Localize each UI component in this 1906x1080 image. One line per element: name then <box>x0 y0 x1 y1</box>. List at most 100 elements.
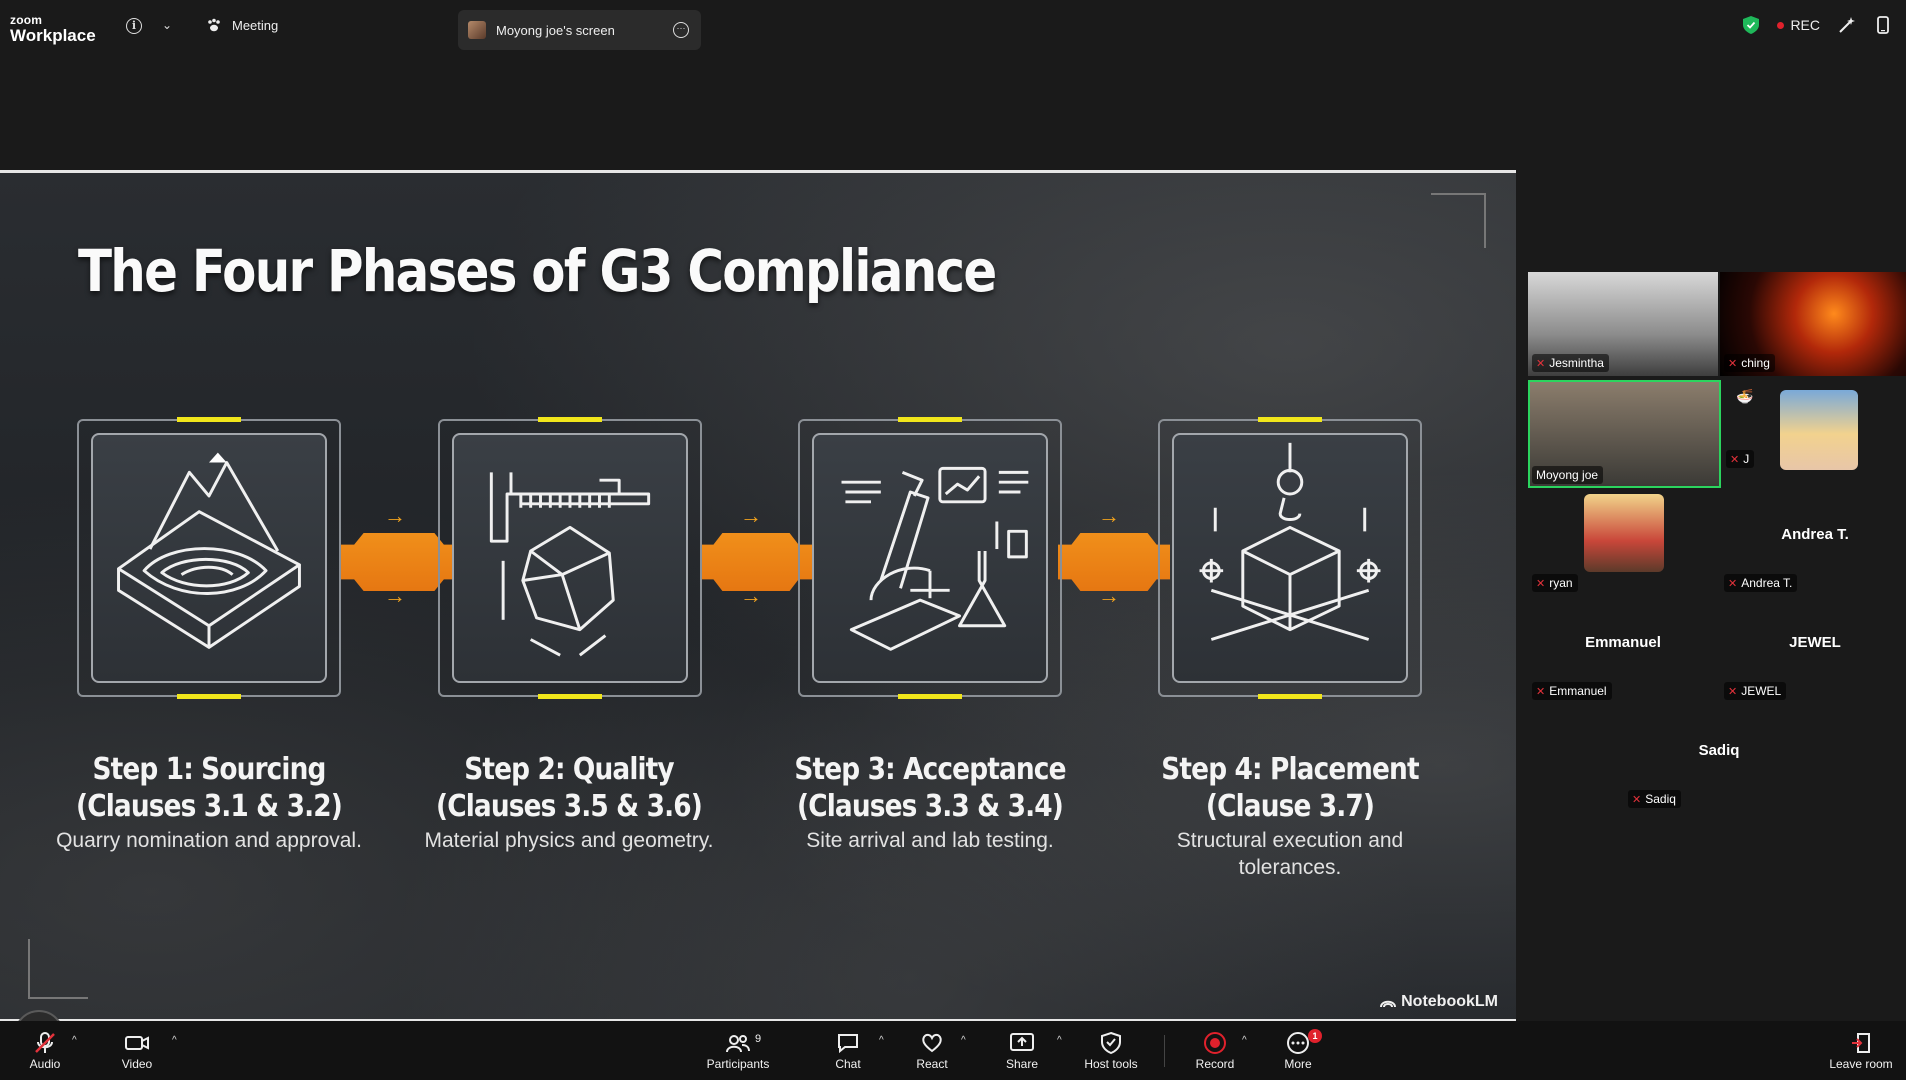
avatar <box>1584 494 1664 572</box>
notebooklm-watermark: NotebookLM <box>1380 993 1498 1011</box>
mic-muted-icon: ✕ <box>1536 577 1546 590</box>
step-1-desc: Quarry nomination and approval. <box>56 829 362 852</box>
toolbar-divider <box>1164 1035 1165 1067</box>
meeting-info-icon[interactable]: i <box>126 18 142 34</box>
video-tile-andrea[interactable]: Andrea T. ✕ Andrea T. <box>1720 492 1906 596</box>
video-tile-moyong-joe[interactable]: Moyong joe <box>1528 380 1721 488</box>
record-label: Record <box>1195 1057 1235 1071</box>
brand-top: zoom <box>10 13 43 27</box>
participant-name: Moyong joe <box>1536 468 1599 482</box>
phase-card-placement <box>1158 417 1422 699</box>
mic-muted-icon: ✕ <box>1632 793 1642 806</box>
paw-icon <box>208 18 220 32</box>
video-tile-emmanuel[interactable]: Emmanuel ✕ Emmanuel <box>1528 600 1718 704</box>
step-1-title-line2: (Clauses 3.1 & 3.2) <box>76 789 343 824</box>
mic-muted-icon: ✕ <box>1536 357 1546 370</box>
rec-label: REC <box>1790 17 1820 33</box>
mic-muted-icon: ✕ <box>1536 685 1546 698</box>
participant-name: Andrea T. <box>1741 576 1793 590</box>
participant-name-tag: ✕ J <box>1726 450 1755 468</box>
quarry-mountain-icon <box>117 452 301 649</box>
phase-card-quality <box>438 417 702 699</box>
recording-indicator[interactable]: REC <box>1777 17 1820 33</box>
avatar <box>468 21 486 39</box>
participant-name: J <box>1743 452 1750 466</box>
participants-button[interactable]: 9 Participants <box>693 1031 783 1071</box>
chevron-down-icon[interactable]: ⌄ <box>162 18 172 32</box>
leave-room-button[interactable]: Leave room <box>1820 1031 1902 1071</box>
more-button[interactable]: 1 More <box>1253 1029 1343 1071</box>
video-tile-jewel[interactable]: JEWEL ✕ JEWEL <box>1720 600 1906 704</box>
participant-name: Sadiq <box>1645 792 1676 806</box>
record-options-caret-icon[interactable]: ^ <box>1242 1035 1247 1046</box>
host-tools-button[interactable]: Host tools <box>1066 1031 1156 1071</box>
audio-options-caret-icon[interactable]: ^ <box>72 1035 77 1046</box>
participant-name: JEWEL <box>1741 684 1782 698</box>
video-tile-ryan[interactable]: ✕ ryan <box>1528 492 1718 596</box>
wand-icon[interactable] <box>1838 16 1856 34</box>
meeting-tab-label: Meeting <box>232 17 279 33</box>
mic-muted-icon: ✕ <box>1728 577 1738 590</box>
participants-label: Participants <box>706 1057 770 1071</box>
step-4-desc: Structural execution and tolerances. <box>1176 829 1404 879</box>
video-button[interactable]: Video ^ <box>92 1031 182 1071</box>
more-label: More <box>1284 1057 1312 1071</box>
arrow-icon: → <box>740 583 762 608</box>
screen-share-tab-label: Moyong joe's screen <box>496 22 615 38</box>
phone-icon[interactable] <box>1874 16 1892 34</box>
record-icon <box>1204 1032 1226 1054</box>
corner-bracket <box>1431 193 1486 248</box>
leave-room-label: Leave room <box>1829 1057 1893 1071</box>
crane-block-icon <box>1199 442 1381 641</box>
participant-display-name: Andrea T. <box>1781 526 1849 543</box>
chat-options-caret-icon[interactable]: ^ <box>879 1035 884 1046</box>
participant-name-tag: ✕ ryan <box>1532 574 1578 592</box>
video-options-caret-icon[interactable]: ^ <box>172 1035 177 1046</box>
video-tile-sadiq[interactable]: Sadiq ✕ Sadiq <box>1624 708 1814 812</box>
arrow-icon: → <box>384 583 406 608</box>
notebooklm-icon <box>1380 1000 1397 1008</box>
step-3-title-line2: (Clauses 3.3 & 3.4) <box>797 789 1064 824</box>
video-tile-jesmintha[interactable]: ✕ Jesmintha <box>1528 272 1718 376</box>
react-options-caret-icon[interactable]: ^ <box>961 1035 966 1046</box>
video-tile-ching[interactable]: ✕ ching <box>1720 272 1906 376</box>
react-button[interactable]: React ^ <box>887 1031 977 1071</box>
mic-muted-icon: ✕ <box>1730 453 1740 466</box>
leave-door-icon <box>1852 1033 1870 1053</box>
meeting-controls-toolbar: Audio ^ Video ^ 9 Participants Chat ^ Re… <box>0 1021 1906 1080</box>
noodle-emoji-icon: 🍜 <box>1736 388 1754 404</box>
corner-bracket <box>28 939 88 999</box>
shield-icon <box>1101 1031 1121 1055</box>
step-2-desc: Material physics and geometry. <box>424 829 714 852</box>
arrow-icon: → <box>740 503 762 528</box>
zoom-logo: zoom Workplace <box>10 14 96 44</box>
video-tile-j[interactable]: 🍜 ✕ J <box>1722 380 1906 488</box>
audio-button[interactable]: Audio ^ <box>0 1031 90 1071</box>
step-1-title-line1: Step 1: Sourcing <box>92 752 326 787</box>
slide-title: The Four Phases of G3 Compliance <box>78 237 997 305</box>
participant-name: Emmanuel <box>1549 684 1607 698</box>
participant-name-tag: ✕ ching <box>1724 354 1775 372</box>
step-2-title-line2: (Clauses 3.5 & 3.6) <box>436 789 703 824</box>
participant-display-name: Sadiq <box>1698 742 1740 759</box>
share-screen-icon <box>1010 1033 1034 1051</box>
brand-bottom: Workplace <box>10 26 96 45</box>
chat-button[interactable]: Chat ^ <box>803 1031 893 1071</box>
step-2-title: Step 2: Quality (Clauses 3.5 & 3.6) <box>424 751 714 825</box>
meeting-tab[interactable]: Meeting <box>206 17 278 33</box>
step-3-title-line1: Step 3: Acceptance <box>794 752 1066 787</box>
arrow-icon: → <box>1098 583 1120 608</box>
participant-display-name: JEWEL <box>1789 634 1841 651</box>
share-options-caret-icon[interactable]: ^ <box>1057 1035 1062 1046</box>
screen-share-tab[interactable]: Moyong joe's screen ··· <box>458 10 701 50</box>
security-shield-icon[interactable] <box>1743 16 1760 34</box>
record-button[interactable]: Record ^ <box>1170 1031 1260 1071</box>
arrow-icon: → <box>1098 503 1120 528</box>
participant-name: ryan <box>1549 576 1573 590</box>
step-4-title-line2: (Clause 3.7) <box>1205 789 1375 824</box>
audio-label: Audio <box>29 1057 61 1071</box>
mic-muted-icon: ✕ <box>1728 357 1738 370</box>
share-button[interactable]: Share ^ <box>977 1031 1067 1071</box>
more-options-icon[interactable]: ··· <box>673 22 689 38</box>
step-4-title: Step 4: Placement (Clause 3.7) <box>1145 751 1435 825</box>
